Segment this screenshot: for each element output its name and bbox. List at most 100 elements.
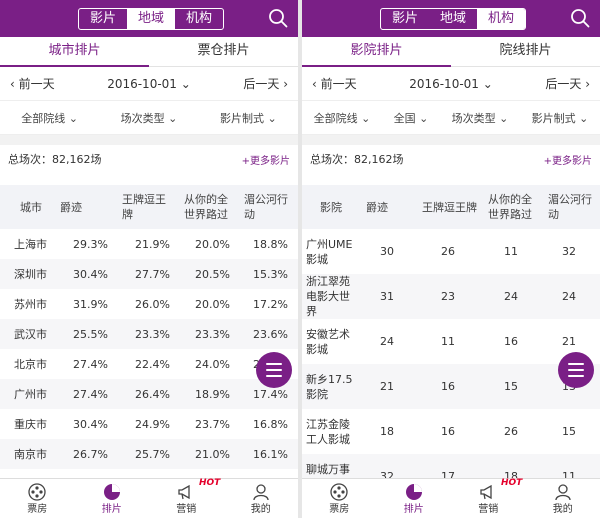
table-row[interactable]: 南京市 26.7% 25.7% 21.0% 16.1% bbox=[0, 439, 298, 469]
column-header: 王牌逗王牌 bbox=[118, 185, 180, 229]
cell-value: 26 bbox=[441, 245, 455, 258]
filter-session-type-dropdown[interactable]: 场次类型 ⌄ bbox=[121, 110, 178, 126]
menu-icon bbox=[568, 369, 584, 371]
cell-city: 北京市 bbox=[14, 358, 47, 371]
prev-day-button[interactable]: ‹ 前一天 bbox=[312, 75, 357, 92]
tab-city-schedule[interactable]: 城市排片 bbox=[0, 37, 149, 66]
segment-film[interactable]: 影片 bbox=[79, 9, 127, 29]
nav-label: 我的 bbox=[250, 504, 271, 515]
cell-value: 16.8% bbox=[253, 417, 288, 431]
column-header: 影院 bbox=[302, 185, 362, 229]
tab-chain-schedule[interactable]: 院线排片 bbox=[451, 37, 600, 66]
total-sessions: 总场次：82,162场 bbox=[8, 153, 102, 166]
bottom-nav: 票房 排片 HOT 营销 我的 bbox=[302, 478, 600, 518]
cell-value: 23 bbox=[418, 274, 484, 319]
cell-value: 16 bbox=[504, 335, 518, 348]
table-row[interactable]: 重庆市 30.4% 24.9% 23.7% 16.8% bbox=[0, 409, 298, 439]
nav-label: 排片 bbox=[403, 504, 424, 515]
cell-value: 25.7% bbox=[118, 439, 180, 469]
table-row[interactable]: 广州UME影城 30 26 11 32 bbox=[302, 229, 600, 274]
cell-city: 深圳市 bbox=[0, 259, 56, 289]
nav-schedule[interactable]: 排片 bbox=[75, 479, 150, 518]
column-header: 从你的全世界路过 bbox=[180, 185, 240, 229]
column-header: 湄公河行动 bbox=[544, 185, 600, 229]
table-row[interactable]: 苏州市 31.9% 26.0% 20.0% 17.2% bbox=[0, 289, 298, 319]
menu-icon bbox=[266, 369, 282, 371]
tab-box-office-schedule[interactable]: 票仓排片 bbox=[149, 37, 298, 66]
segment-film[interactable]: 影片 bbox=[381, 9, 429, 29]
prev-day-button[interactable]: ‹ 前一天 bbox=[10, 75, 55, 92]
cell-value: 27.7% bbox=[118, 259, 180, 289]
cell-city: 苏州市 bbox=[14, 298, 47, 311]
filter-format-dropdown[interactable]: 影片制式 ⌄ bbox=[220, 110, 277, 126]
table-header-row: 影院 爵迹 王牌逗王牌 从你的全世界路过 湄公河行动 bbox=[302, 185, 600, 229]
cell-value: 23.6% bbox=[240, 319, 298, 349]
nav-label: 票房 bbox=[27, 504, 48, 515]
nav-profile[interactable]: 我的 bbox=[526, 479, 600, 518]
city-schedule-table: 城市 爵迹 王牌逗王牌 从你的全世界路过 湄公河行动 上海市 29.3% 21.9%… bbox=[0, 185, 298, 499]
nav-schedule[interactable]: 排片 bbox=[377, 479, 452, 518]
cell-value: 18 bbox=[380, 425, 394, 438]
cell-value: 17.2% bbox=[253, 297, 288, 311]
filter-chain-dropdown[interactable]: 全部院线 ⌄ bbox=[314, 110, 371, 126]
menu-fab-button[interactable] bbox=[558, 352, 594, 388]
top-bar: 影片 地域 机构 bbox=[0, 0, 298, 37]
filter-chain-dropdown[interactable]: 全部院线 ⌄ bbox=[21, 110, 78, 126]
cell-value: 30.4% bbox=[56, 259, 118, 289]
megaphone-icon bbox=[178, 484, 190, 500]
cell-value: 23.3% bbox=[180, 319, 240, 349]
total-sessions: 总场次：82,162场 bbox=[310, 153, 404, 166]
nav-profile[interactable]: 我的 bbox=[224, 479, 299, 518]
film-reel-icon bbox=[28, 483, 46, 501]
table-row[interactable]: 安徽艺术影城 24 11 16 21 bbox=[302, 319, 600, 364]
segment-region[interactable]: 地域 bbox=[127, 9, 175, 29]
nav-marketing[interactable]: HOT 营销 bbox=[149, 478, 224, 518]
date-picker[interactable]: 2016-10-01 ⌄ bbox=[107, 77, 191, 91]
section-gap bbox=[302, 135, 600, 145]
nav-marketing[interactable]: HOT 营销 bbox=[451, 478, 526, 518]
hot-badge: HOT bbox=[501, 478, 523, 488]
table-row[interactable]: 北京市27.4%22.4%24.0%20.0% bbox=[0, 349, 298, 379]
cell-value: 24 bbox=[544, 274, 600, 319]
table-row[interactable]: 新乡17.5影院21161513 bbox=[302, 364, 600, 409]
cell-value: 24.0% bbox=[195, 357, 230, 371]
more-films-link[interactable]: +更多影片 bbox=[242, 152, 290, 167]
table-row[interactable]: 浙江翠苑电影大世界 31 23 24 24 bbox=[302, 274, 600, 319]
segment-organization[interactable]: 机构 bbox=[175, 9, 223, 29]
cell-value: 31.9% bbox=[73, 297, 108, 311]
column-header: 爵迹 bbox=[362, 185, 418, 229]
nav-box-office[interactable]: 票房 bbox=[0, 479, 75, 518]
menu-icon bbox=[266, 375, 282, 377]
next-day-button[interactable]: 后一天 › bbox=[545, 75, 590, 92]
filter-session-type-dropdown[interactable]: 场次类型 ⌄ bbox=[452, 110, 509, 126]
cell-value: 18.8% bbox=[253, 237, 288, 251]
cell-value: 21 bbox=[362, 364, 418, 409]
table-row[interactable]: 江苏金陵工人影城 18 16 26 15 bbox=[302, 409, 600, 454]
menu-fab-button[interactable] bbox=[256, 352, 292, 388]
table-row[interactable]: 武汉市 25.5% 23.3% 23.3% 23.6% bbox=[0, 319, 298, 349]
nav-box-office[interactable]: 票房 bbox=[302, 479, 377, 518]
table-row[interactable]: 上海市 29.3% 21.9% 20.0% 18.8% bbox=[0, 229, 298, 259]
cell-value: 26.4% bbox=[118, 379, 180, 409]
filter-region-dropdown[interactable]: 全国 ⌄ bbox=[394, 110, 429, 126]
sub-tabs: 城市排片 票仓排片 bbox=[0, 37, 298, 67]
cell-value: 11 bbox=[504, 245, 518, 258]
next-day-button[interactable]: 后一天 › bbox=[243, 75, 288, 92]
segment-organization[interactable]: 机构 bbox=[477, 9, 525, 29]
nav-label: 票房 bbox=[329, 504, 350, 515]
cell-value: 23.3% bbox=[118, 319, 180, 349]
tab-cinema-schedule[interactable]: 影院排片 bbox=[302, 37, 451, 66]
cell-cinema: 浙江翠苑电影大世界 bbox=[302, 274, 362, 319]
filter-format-dropdown[interactable]: 影片制式 ⌄ bbox=[532, 110, 589, 126]
cell-value: 18.9% bbox=[180, 379, 240, 409]
segment-region[interactable]: 地域 bbox=[429, 9, 477, 29]
table-row[interactable]: 深圳市 30.4% 27.7% 20.5% 15.3% bbox=[0, 259, 298, 289]
category-segment-control: 影片 地域 机构 bbox=[380, 8, 526, 30]
search-icon[interactable] bbox=[268, 8, 288, 28]
nav-label: 营销 bbox=[176, 504, 197, 515]
search-icon[interactable] bbox=[570, 8, 590, 28]
table-row[interactable]: 广州市 27.4% 26.4% 18.9% 17.4% bbox=[0, 379, 298, 409]
cell-value: 27.4% bbox=[56, 379, 118, 409]
more-films-link[interactable]: +更多影片 bbox=[544, 152, 592, 167]
date-picker[interactable]: 2016-10-01 ⌄ bbox=[409, 77, 493, 91]
